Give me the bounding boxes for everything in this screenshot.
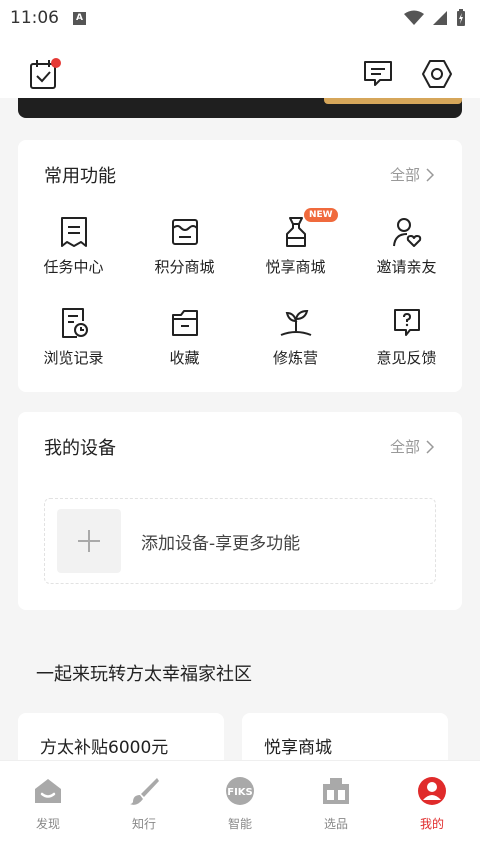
func-feedback[interactable]: 意见反馈 [351, 305, 462, 368]
wifi-icon [404, 10, 424, 25]
sprout-icon [280, 309, 311, 336]
message-icon [364, 61, 392, 86]
notification-dot [51, 58, 61, 68]
common-functions-all-link[interactable]: 全部 [390, 164, 434, 185]
tab-label: 发现 [35, 817, 60, 831]
add-device-label: 添加设备-享更多功能 [141, 534, 301, 554]
history-icon [61, 308, 88, 338]
add-device-button[interactable]: 添加设备-享更多功能 [44, 498, 436, 584]
func-label: 悦享商城 [265, 258, 326, 276]
store-icon [323, 778, 349, 804]
func-label: 浏览记录 [43, 349, 104, 367]
func-label: 修炼营 [272, 349, 318, 367]
task-icon [60, 217, 87, 247]
my-devices-card: 我的设备 全部 添加设备-享更多功能 [18, 412, 462, 610]
func-label: 积分商城 [154, 258, 215, 276]
tab-knowledge[interactable]: 知行 [96, 775, 192, 832]
community-card-title: 方太补贴6000元 [40, 738, 169, 758]
vip-banner[interactable] [18, 98, 462, 118]
tab-label: 选品 [323, 817, 348, 831]
settings-icon [422, 60, 452, 88]
tab-label: 智能 [227, 817, 252, 831]
discover-icon [35, 779, 61, 803]
func-favorites[interactable]: 收藏 [129, 305, 240, 368]
func-task-center[interactable]: 任务中心 [18, 214, 129, 277]
func-enjoy-store[interactable]: NEW 悦享商城 [240, 208, 351, 277]
bottom-tab-bar: 发现 知行 FIKS 智能 选品 我的 [0, 760, 480, 853]
chevron-right-icon [426, 167, 434, 182]
all-label: 全部 [389, 438, 420, 456]
plus-icon [78, 530, 100, 552]
tab-label: 我的 [419, 817, 444, 831]
common-functions-title: 常用功能 [44, 166, 116, 187]
func-label: 任务中心 [43, 258, 104, 276]
vip-banner-button[interactable] [324, 98, 462, 104]
func-label: 收藏 [169, 349, 200, 367]
feedback-icon [393, 309, 420, 336]
tab-products[interactable]: 选品 [288, 775, 384, 832]
tab-label: 知行 [131, 817, 156, 831]
spray-bottle-icon [285, 217, 306, 247]
common-functions-card: 常用功能 全部 任务中心 积分商城 NEW 悦享商城 邀请亲友 浏览记录 收藏 [18, 140, 462, 392]
calendar-check-icon [30, 58, 61, 89]
tab-profile[interactable]: 我的 [384, 775, 480, 832]
all-label: 全部 [389, 166, 420, 184]
func-label: 意见反馈 [376, 349, 437, 367]
community-title: 一起来玩转方太幸福家社区 [36, 664, 252, 685]
top-bar [0, 36, 480, 98]
status-bar: 11:06 A [0, 0, 480, 36]
status-time: 11:06 [10, 8, 59, 28]
profile-icon [418, 777, 446, 805]
brush-icon [130, 778, 159, 805]
tab-smart[interactable]: FIKS 智能 [192, 775, 288, 832]
chevron-right-icon [426, 439, 434, 454]
new-badge: NEW [304, 208, 338, 222]
func-training-camp[interactable]: 修炼营 [240, 305, 351, 368]
my-devices-all-link[interactable]: 全部 [390, 436, 434, 457]
invite-friends-icon [392, 218, 421, 247]
messages-button[interactable] [362, 58, 394, 94]
battery-charging-icon [457, 9, 465, 26]
add-plus-box [57, 509, 121, 573]
signal-icon [433, 11, 447, 25]
community-card-title: 悦享商城 [264, 738, 332, 758]
checkin-button[interactable] [28, 58, 62, 96]
func-browse-history[interactable]: 浏览记录 [18, 305, 129, 368]
points-store-icon [171, 219, 198, 245]
my-devices-title: 我的设备 [44, 438, 116, 459]
func-label: 邀请亲友 [376, 258, 437, 276]
accessibility-notification-icon: A [73, 11, 86, 25]
tab-discover[interactable]: 发现 [0, 775, 96, 832]
svg-text:FIKS: FIKS [227, 787, 253, 798]
folder-icon [171, 310, 198, 336]
func-points-store[interactable]: 积分商城 [129, 214, 240, 277]
func-invite-friends[interactable]: 邀请亲友 [351, 214, 462, 277]
fiks-icon: FIKS [226, 777, 254, 805]
settings-button[interactable] [421, 58, 453, 94]
status-icons [404, 9, 466, 27]
